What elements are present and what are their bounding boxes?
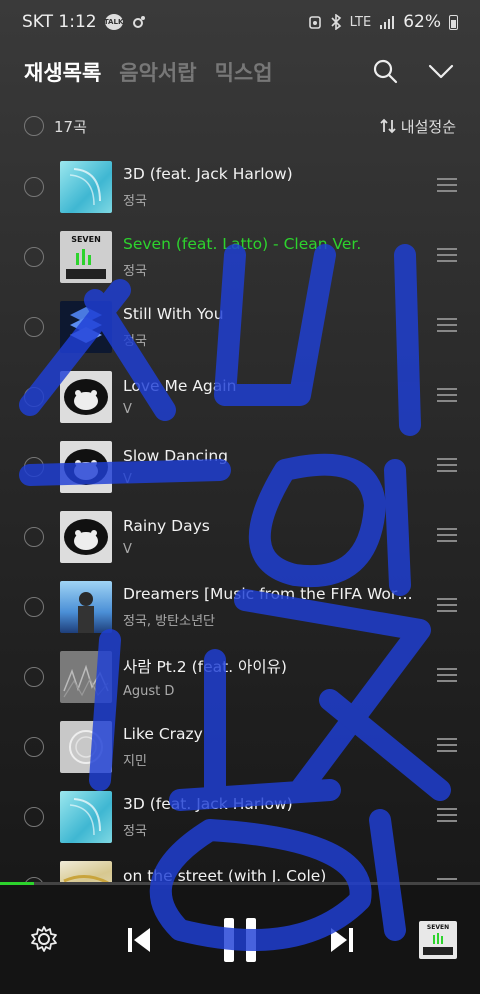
track-title: 3D (feat. Jack Harlow)	[123, 165, 293, 183]
track-checkbox[interactable]	[24, 177, 44, 197]
drag-handle-icon[interactable]	[437, 318, 457, 336]
track-artist: V	[123, 542, 132, 557]
drag-handle-icon[interactable]	[437, 808, 457, 826]
track-count: 17곡	[54, 117, 87, 136]
track-row[interactable]: 사람 Pt.2 (feat. 아이유) Agust D	[0, 642, 480, 712]
search-icon[interactable]	[370, 56, 400, 86]
playlist-header: 재생목록 음악서랍 믹스업	[0, 44, 480, 100]
track-title: Still With You	[123, 305, 224, 323]
album-art	[60, 441, 112, 493]
album-art: SEVEN	[60, 231, 112, 283]
track-checkbox[interactable]	[24, 387, 44, 407]
track-title: Seven (feat. Latto) - Clean Ver.	[123, 235, 362, 253]
album-art	[60, 581, 112, 633]
track-artist: 정국, 방탄소년단	[123, 614, 215, 629]
pause-icon[interactable]	[218, 915, 262, 965]
track-checkbox[interactable]	[24, 667, 44, 687]
player-bar: SEVEN	[0, 885, 480, 994]
album-art	[60, 371, 112, 423]
signal-icon	[380, 16, 395, 29]
select-all-checkbox[interactable]	[24, 116, 44, 136]
album-art	[60, 861, 112, 882]
track-row[interactable]: Love Me Again V	[0, 362, 480, 432]
mini-album-art[interactable]: SEVEN	[419, 921, 457, 959]
gear-icon[interactable]	[28, 923, 60, 955]
kakaotalk-notification-icon: TALK	[104, 14, 123, 30]
track-title: Slow Dancing	[123, 447, 228, 465]
album-art	[60, 791, 112, 843]
drag-handle-icon[interactable]	[437, 528, 457, 546]
lte-icon: LTE	[349, 14, 372, 30]
status-bar: SKT 1:12 TALK LTE 62%	[0, 0, 480, 44]
drag-handle-icon[interactable]	[437, 248, 457, 266]
track-title: 3D (feat. Jack Harlow)	[123, 795, 293, 813]
notification-icon	[132, 16, 145, 28]
track-checkbox[interactable]	[24, 597, 44, 617]
album-art	[60, 161, 112, 213]
track-checkbox[interactable]	[24, 527, 44, 547]
track-checkbox[interactable]	[24, 807, 44, 827]
track-row[interactable]: Still With You 정국	[0, 292, 480, 362]
track-checkbox[interactable]	[24, 247, 44, 267]
track-row[interactable]: Slow Dancing V	[0, 432, 480, 502]
sort-label: 내설정순	[400, 117, 456, 136]
album-art	[60, 511, 112, 563]
drag-handle-icon[interactable]	[437, 388, 457, 406]
battery-icon	[449, 14, 458, 30]
track-artist: 지민	[123, 754, 147, 769]
tab-mixup[interactable]: 믹스업	[215, 57, 273, 87]
track-row[interactable]: 3D (feat. Jack Harlow) 정국	[0, 782, 480, 852]
track-artist: 정국	[123, 194, 147, 209]
track-title: Love Me Again	[123, 377, 237, 395]
track-title: Dreamers [Music from the FIFA World Cup …	[123, 585, 413, 603]
drag-handle-icon[interactable]	[437, 738, 457, 756]
track-title: Like Crazy	[123, 725, 203, 743]
track-checkbox[interactable]	[24, 457, 44, 477]
list-header: 17곡 내설정순	[0, 100, 480, 152]
alarm-icon	[308, 16, 321, 29]
track-row[interactable]: Rainy Days V	[0, 502, 480, 572]
sort-arrows-icon	[380, 118, 396, 134]
track-artist: Agust D	[123, 684, 175, 699]
tab-music-drawer[interactable]: 음악서랍	[119, 57, 196, 87]
track-title: on the street (with J. Cole)	[123, 867, 327, 882]
track-artist: 정국	[123, 334, 147, 349]
sort-button[interactable]: 내설정순	[379, 116, 456, 137]
track-row[interactable]: SEVEN Seven (feat. Latto) - Clean Ver. 정…	[0, 222, 480, 292]
chevron-down-icon[interactable]	[426, 56, 456, 86]
track-list: 3D (feat. Jack Harlow) 정국 SEVEN Seven (f…	[0, 152, 480, 882]
battery-percent: 62%	[403, 12, 441, 32]
track-row[interactable]: Like Crazy 지민	[0, 712, 480, 782]
drag-handle-icon[interactable]	[437, 598, 457, 616]
track-title: Rainy Days	[123, 517, 210, 535]
track-artist: V	[123, 472, 132, 487]
track-artist: 정국	[123, 824, 147, 839]
skip-next-icon[interactable]	[325, 923, 359, 957]
album-art	[60, 651, 112, 703]
track-artist: V	[123, 402, 132, 417]
drag-handle-icon[interactable]	[437, 178, 457, 196]
track-checkbox[interactable]	[24, 737, 44, 757]
track-artist: 정국	[123, 264, 147, 279]
drag-handle-icon[interactable]	[437, 668, 457, 686]
drag-handle-icon[interactable]	[437, 458, 457, 476]
track-row[interactable]: 3D (feat. Jack Harlow) 정국	[0, 152, 480, 222]
album-art	[60, 301, 112, 353]
track-title: 사람 Pt.2 (feat. 아이유)	[123, 658, 287, 676]
carrier-time: SKT 1:12	[22, 12, 97, 32]
track-row[interactable]: Dreamers [Music from the FIFA World Cup …	[0, 572, 480, 642]
track-row[interactable]: on the street (with J. Cole) j-hope	[0, 852, 480, 882]
skip-previous-icon[interactable]	[122, 923, 156, 957]
bluetooth-icon	[331, 14, 341, 30]
track-checkbox[interactable]	[24, 317, 44, 337]
album-art	[60, 721, 112, 773]
tab-playlist[interactable]: 재생목록	[24, 57, 101, 87]
